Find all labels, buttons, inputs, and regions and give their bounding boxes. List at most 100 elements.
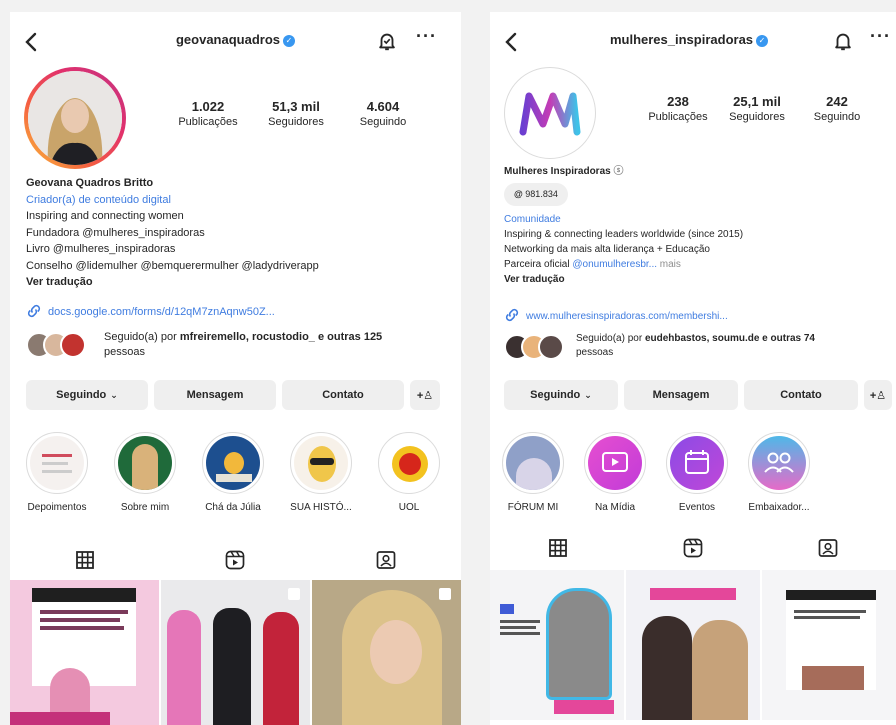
media-play-icon: [602, 452, 628, 472]
profile-avatar: [28, 71, 122, 165]
link-icon: [27, 304, 41, 318]
more-link[interactable]: mais: [657, 259, 681, 270]
profile-name: Geovana Quadros Britto: [26, 177, 154, 189]
threads-logo-icon: @: [514, 189, 523, 199]
profile-category: Comunidade: [504, 214, 561, 225]
posts-grid: [490, 570, 896, 725]
profile-panel-mulheres-inspiradoras: mulheres_inspiradoras ✓ ··· 238 Publicaçõe…: [490, 12, 896, 725]
translate-link[interactable]: Ver tradução: [504, 272, 889, 287]
stat-followers[interactable]: 25,1 mil Seguidores: [724, 94, 790, 123]
following-button[interactable]: Seguindo ⌄: [26, 380, 148, 410]
reels-icon: [226, 550, 245, 570]
highlight-depoimentos[interactable]: Depoimentos: [22, 432, 92, 513]
profile-tabs: [490, 528, 896, 568]
post-thumbnail[interactable]: [626, 570, 760, 720]
post-thumbnail[interactable]: [10, 580, 159, 725]
tab-reels[interactable]: [160, 540, 310, 580]
bio-line: Conselho @lidemulher @bemquerermulher @l…: [26, 259, 319, 272]
highlight-embaixadoras[interactable]: Embaixador...: [746, 432, 812, 513]
post-thumbnail[interactable]: [490, 570, 624, 720]
tagged-person-icon: [376, 551, 396, 569]
contact-button[interactable]: Contato: [282, 380, 404, 410]
top-bar: geovanaquadros ✓ ···: [10, 24, 461, 58]
contact-button[interactable]: Contato: [744, 380, 858, 410]
add-person-icon: +♙: [869, 389, 887, 402]
profile-website-link[interactable]: www.mulheresinspiradoras.com/membershi..…: [504, 308, 728, 322]
following-button[interactable]: Seguindo ⌄: [504, 380, 618, 410]
stat-followers[interactable]: 51,3 mil Seguidores: [263, 99, 329, 128]
suggest-user-button[interactable]: +♙: [410, 380, 440, 410]
reels-icon: [683, 538, 703, 558]
stat-posts: 238 Publicações: [648, 94, 708, 123]
tab-posts-grid[interactable]: [490, 528, 625, 568]
calendar-icon: [685, 450, 709, 474]
notification-bell-check-icon[interactable]: [376, 30, 398, 52]
highlight-sua-historia[interactable]: SUA HISTÓ...: [286, 432, 356, 513]
chevron-down-icon: ⌄: [110, 389, 118, 400]
highlight-cover: [502, 432, 564, 494]
highlight-cover: [748, 432, 810, 494]
more-options-icon[interactable]: ···: [416, 26, 437, 47]
post-thumbnail[interactable]: [762, 570, 896, 720]
posts-grid: [10, 580, 461, 725]
threads-icon: ⓢ: [613, 166, 624, 177]
message-button[interactable]: Mensagem: [624, 380, 738, 410]
highlight-forum-mi[interactable]: FÓRUM MI: [500, 432, 566, 513]
profile-avatar-ring[interactable]: [24, 67, 126, 169]
follower-avatar: [538, 334, 564, 360]
bio-line: Inspiring and connecting women: [26, 210, 184, 222]
highlight-cover: [114, 432, 176, 494]
followed-by-avatars[interactable]: [504, 334, 574, 362]
bio-line: Livro @mulheres_inspiradoras: [26, 243, 176, 255]
translate-link[interactable]: Ver tradução: [26, 274, 451, 291]
partner-mention-link[interactable]: @onumulheresbr...: [572, 259, 657, 270]
tab-tagged[interactable]: [311, 540, 461, 580]
highlight-eventos[interactable]: Eventos: [664, 432, 730, 513]
message-button[interactable]: Mensagem: [154, 380, 276, 410]
highlight-cover: [202, 432, 264, 494]
bio-line: Fundadora @mulheres_inspiradoras: [26, 226, 205, 239]
suggest-user-button[interactable]: +♙: [864, 380, 892, 410]
verified-badge-icon: ✓: [756, 35, 769, 47]
tab-tagged[interactable]: [761, 528, 896, 568]
stat-posts: 1.022 Publicações: [178, 99, 238, 128]
highlight-cover: [378, 432, 440, 494]
post-thumbnail[interactable]: [312, 580, 461, 725]
followed-by-text[interactable]: Seguido(a) por eudehbastos, soumu.de e o…: [576, 332, 886, 360]
highlight-cover: [290, 432, 352, 494]
profile-avatar-ring[interactable]: [504, 67, 596, 159]
highlight-sobre-mim[interactable]: Sobre mim: [110, 432, 180, 513]
profile-tabs: [10, 540, 461, 580]
profile-website-link[interactable]: docs.google.com/forms/d/12qM7znAqnw50Z..…: [26, 304, 275, 318]
grid-icon: [76, 551, 95, 569]
link-icon: [505, 308, 519, 322]
threads-badge[interactable]: @ 981.834: [504, 183, 568, 206]
group-users-icon: [764, 452, 794, 473]
tagged-person-icon: [818, 539, 838, 557]
highlight-cover: [584, 432, 646, 494]
followed-by-text[interactable]: Seguido(a) por mfreiremello, rocustodio_…: [104, 330, 444, 360]
bio-line: Networking da mais alta liderança + Educ…: [504, 244, 710, 255]
followed-by-avatars[interactable]: [26, 332, 96, 360]
mulheres-inspiradoras-logo: [519, 92, 581, 136]
verified-badge-icon: ✓: [283, 35, 296, 47]
tab-posts-grid[interactable]: [10, 540, 160, 580]
highlight-cha-da-julia[interactable]: Chá da Júlia: [198, 432, 268, 513]
highlight-na-midia[interactable]: Na Mídia: [582, 432, 648, 513]
post-thumbnail[interactable]: [161, 580, 310, 725]
profile-avatar: [509, 72, 591, 154]
stat-following[interactable]: 242 Seguindo: [804, 94, 870, 123]
more-options-icon[interactable]: ···: [870, 26, 891, 47]
profile-bio: Mulheres Inspiradoras ⓢ @ 981.834 Comuni…: [504, 164, 889, 287]
profile-panel-geovanaquadros: geovanaquadros ✓ ··· 1.022 Publicações 51,…: [10, 12, 461, 725]
bio-line: Inspiring & connecting leaders worldwide…: [504, 229, 744, 240]
tab-reels[interactable]: [625, 528, 760, 568]
highlight-uol[interactable]: UOL: [374, 432, 444, 513]
notification-bell-icon[interactable]: [832, 30, 854, 52]
stat-following[interactable]: 4.604 Seguindo: [350, 99, 416, 128]
top-bar: mulheres_inspiradoras ✓ ···: [490, 24, 896, 58]
profile-bio: Geovana Quadros Britto Criador(a) de con…: [26, 175, 451, 291]
bio-line-partner: Parceira oficial @onumulheresbr... mais: [504, 259, 681, 270]
highlight-cover: [26, 432, 88, 494]
chevron-down-icon: ⌄: [584, 389, 592, 400]
